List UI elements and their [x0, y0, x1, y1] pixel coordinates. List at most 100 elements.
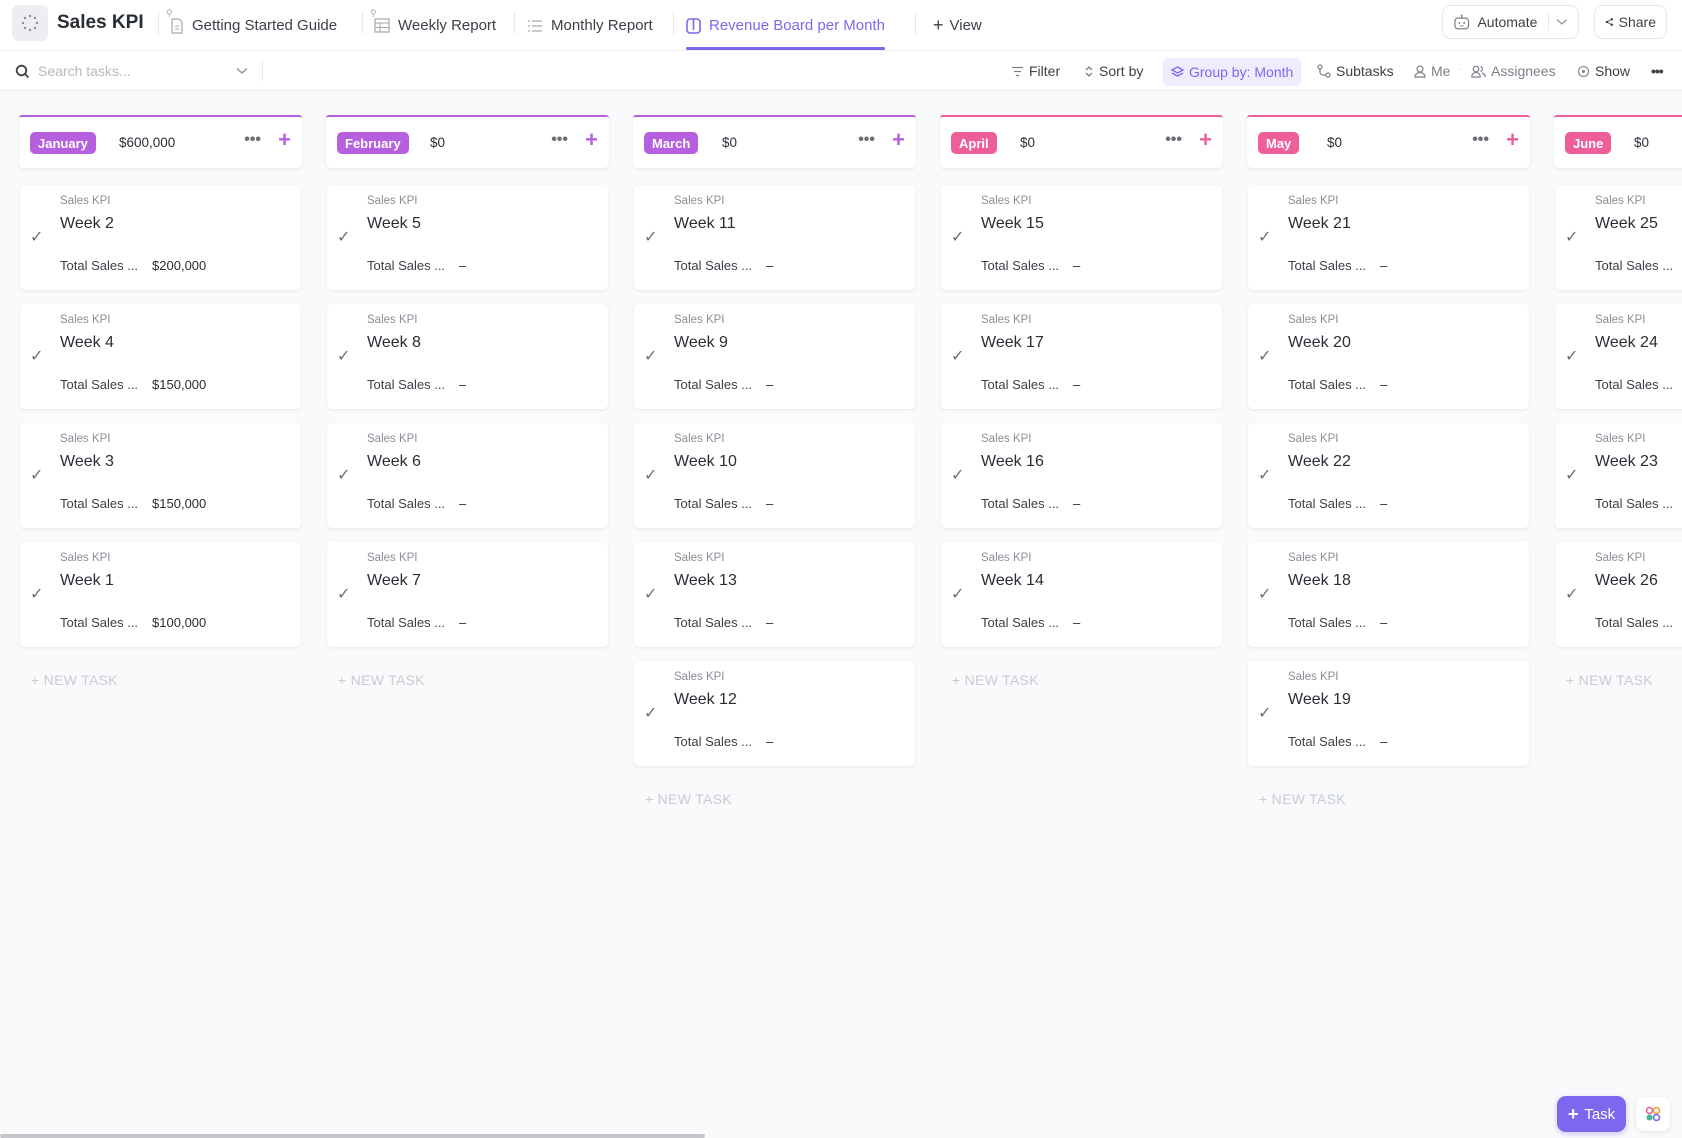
- checkmark-icon[interactable]: ✓: [337, 346, 350, 366]
- sort-button[interactable]: Sort by: [1078, 58, 1149, 84]
- chevron-down-icon[interactable]: [1556, 18, 1568, 26]
- checkmark-icon[interactable]: ✓: [644, 465, 657, 485]
- task-card[interactable]: ✓ Sales KPI Week 21 Total Sales ... –: [1248, 185, 1529, 290]
- field-value[interactable]: –: [1073, 615, 1080, 630]
- card-title[interactable]: Week 16: [981, 453, 1044, 471]
- task-card[interactable]: ✓ Sales KPI Week 10 Total Sales ... –: [634, 423, 915, 528]
- field-value[interactable]: $150,000: [152, 377, 206, 392]
- card-title[interactable]: Week 2: [60, 215, 114, 233]
- task-card[interactable]: ✓ Sales KPI Week 15 Total Sales ... –: [941, 185, 1222, 290]
- task-card[interactable]: ✓ Sales KPI Week 14 Total Sales ... –: [941, 542, 1222, 647]
- checkmark-icon[interactable]: ✓: [951, 346, 964, 366]
- checkmark-icon[interactable]: ✓: [1565, 465, 1578, 485]
- field-value[interactable]: –: [766, 734, 773, 749]
- column-badge[interactable]: March: [644, 132, 699, 154]
- column-badge[interactable]: April: [951, 132, 997, 154]
- field-value[interactable]: –: [1380, 734, 1387, 749]
- field-value[interactable]: –: [1380, 615, 1387, 630]
- card-title[interactable]: Week 21: [1288, 215, 1351, 233]
- checkmark-icon[interactable]: ✓: [30, 584, 43, 604]
- tab-revenue-board-per-month[interactable]: Revenue Board per Month: [686, 0, 885, 51]
- task-card[interactable]: ✓ Sales KPI Week 1 Total Sales ... $100,…: [20, 542, 301, 647]
- task-card[interactable]: ✓ Sales KPI Week 25 Total Sales ...: [1555, 185, 1682, 290]
- checkmark-icon[interactable]: ✓: [1258, 703, 1271, 723]
- more-horizontal-icon[interactable]: •••: [858, 131, 875, 149]
- task-card[interactable]: ✓ Sales KPI Week 11 Total Sales ... –: [634, 185, 915, 290]
- checkmark-icon[interactable]: ✓: [30, 465, 43, 485]
- task-card[interactable]: ✓ Sales KPI Week 8 Total Sales ... –: [327, 304, 608, 409]
- checkmark-icon[interactable]: ✓: [644, 346, 657, 366]
- field-value[interactable]: $150,000: [152, 496, 206, 511]
- field-value[interactable]: –: [459, 377, 466, 392]
- checkmark-icon[interactable]: ✓: [1258, 584, 1271, 604]
- column-badge[interactable]: May: [1258, 132, 1300, 154]
- card-title[interactable]: Week 23: [1595, 453, 1658, 471]
- add-task-icon[interactable]: +: [1199, 129, 1212, 151]
- card-title[interactable]: Week 6: [367, 453, 421, 471]
- task-card[interactable]: ✓ Sales KPI Week 17 Total Sales ... –: [941, 304, 1222, 409]
- task-card[interactable]: ✓ Sales KPI Week 22 Total Sales ... –: [1248, 423, 1529, 528]
- subtasks-button[interactable]: Subtasks: [1311, 58, 1400, 84]
- new-task-button[interactable]: + NEW TASK: [952, 672, 1039, 688]
- task-card[interactable]: ✓ Sales KPI Week 4 Total Sales ... $150,…: [20, 304, 301, 409]
- share-button[interactable]: Share: [1594, 5, 1667, 39]
- card-title[interactable]: Week 11: [674, 215, 736, 233]
- field-value[interactable]: –: [766, 258, 773, 273]
- add-view-button[interactable]: + View: [933, 0, 982, 51]
- card-title[interactable]: Week 12: [674, 691, 737, 709]
- field-value[interactable]: –: [1073, 258, 1080, 273]
- automate-button[interactable]: Automate: [1442, 5, 1579, 39]
- new-task-button[interactable]: + NEW TASK: [338, 672, 425, 688]
- task-card[interactable]: ✓ Sales KPI Week 7 Total Sales ... –: [327, 542, 608, 647]
- more-horizontal-icon[interactable]: •••: [1165, 131, 1182, 149]
- field-value[interactable]: –: [459, 258, 466, 273]
- new-task-button[interactable]: + NEW TASK: [1566, 672, 1653, 688]
- group-by-button[interactable]: Group by: Month: [1163, 58, 1302, 86]
- card-title[interactable]: Week 5: [367, 215, 421, 233]
- space-icon[interactable]: [12, 5, 48, 41]
- task-card[interactable]: ✓ Sales KPI Week 23 Total Sales ...: [1555, 423, 1682, 528]
- checkmark-icon[interactable]: ✓: [337, 227, 350, 247]
- card-title[interactable]: Week 3: [60, 453, 114, 471]
- more-horizontal-icon[interactable]: •••: [244, 131, 261, 149]
- card-title[interactable]: Week 22: [1288, 453, 1351, 471]
- show-button[interactable]: Show: [1571, 58, 1636, 84]
- card-title[interactable]: Week 9: [674, 334, 728, 352]
- field-value[interactable]: –: [1073, 496, 1080, 511]
- new-task-button[interactable]: + NEW TASK: [645, 791, 732, 807]
- card-title[interactable]: Week 20: [1288, 334, 1351, 352]
- apps-button[interactable]: [1636, 1097, 1670, 1131]
- card-title[interactable]: Week 18: [1288, 572, 1351, 590]
- more-horizontal-icon[interactable]: •••: [1472, 131, 1489, 149]
- task-card[interactable]: ✓ Sales KPI Week 9 Total Sales ... –: [634, 304, 915, 409]
- task-card[interactable]: ✓ Sales KPI Week 26 Total Sales ...: [1555, 542, 1682, 647]
- field-value[interactable]: –: [766, 496, 773, 511]
- checkmark-icon[interactable]: ✓: [337, 584, 350, 604]
- field-value[interactable]: –: [1073, 377, 1080, 392]
- checkmark-icon[interactable]: ✓: [30, 227, 43, 247]
- field-value[interactable]: –: [1380, 377, 1387, 392]
- new-task-fab[interactable]: + Task: [1557, 1096, 1626, 1132]
- checkmark-icon[interactable]: ✓: [951, 227, 964, 247]
- column-badge[interactable]: June: [1565, 132, 1612, 154]
- column-badge[interactable]: January: [30, 132, 96, 154]
- card-title[interactable]: Week 24: [1595, 334, 1658, 352]
- card-title[interactable]: Week 13: [674, 572, 737, 590]
- filter-button[interactable]: Filter: [1005, 58, 1066, 84]
- card-title[interactable]: Week 25: [1595, 215, 1658, 233]
- checkmark-icon[interactable]: ✓: [337, 465, 350, 485]
- tab-monthly-report[interactable]: Monthly Report: [527, 0, 653, 51]
- add-task-icon[interactable]: +: [585, 129, 598, 151]
- new-task-button[interactable]: + NEW TASK: [1259, 791, 1346, 807]
- card-title[interactable]: Week 17: [981, 334, 1044, 352]
- task-card[interactable]: ✓ Sales KPI Week 16 Total Sales ... –: [941, 423, 1222, 528]
- search-box[interactable]: [15, 58, 255, 84]
- checkmark-icon[interactable]: ✓: [1565, 346, 1578, 366]
- field-value[interactable]: –: [766, 615, 773, 630]
- task-card[interactable]: ✓ Sales KPI Week 20 Total Sales ... –: [1248, 304, 1529, 409]
- add-task-icon[interactable]: +: [1506, 129, 1519, 151]
- checkmark-icon[interactable]: ✓: [1258, 465, 1271, 485]
- tab-getting-started-guide[interactable]: ⚲ Getting Started Guide: [166, 0, 337, 51]
- checkmark-icon[interactable]: ✓: [1565, 227, 1578, 247]
- more-options-button[interactable]: •••: [1645, 58, 1669, 84]
